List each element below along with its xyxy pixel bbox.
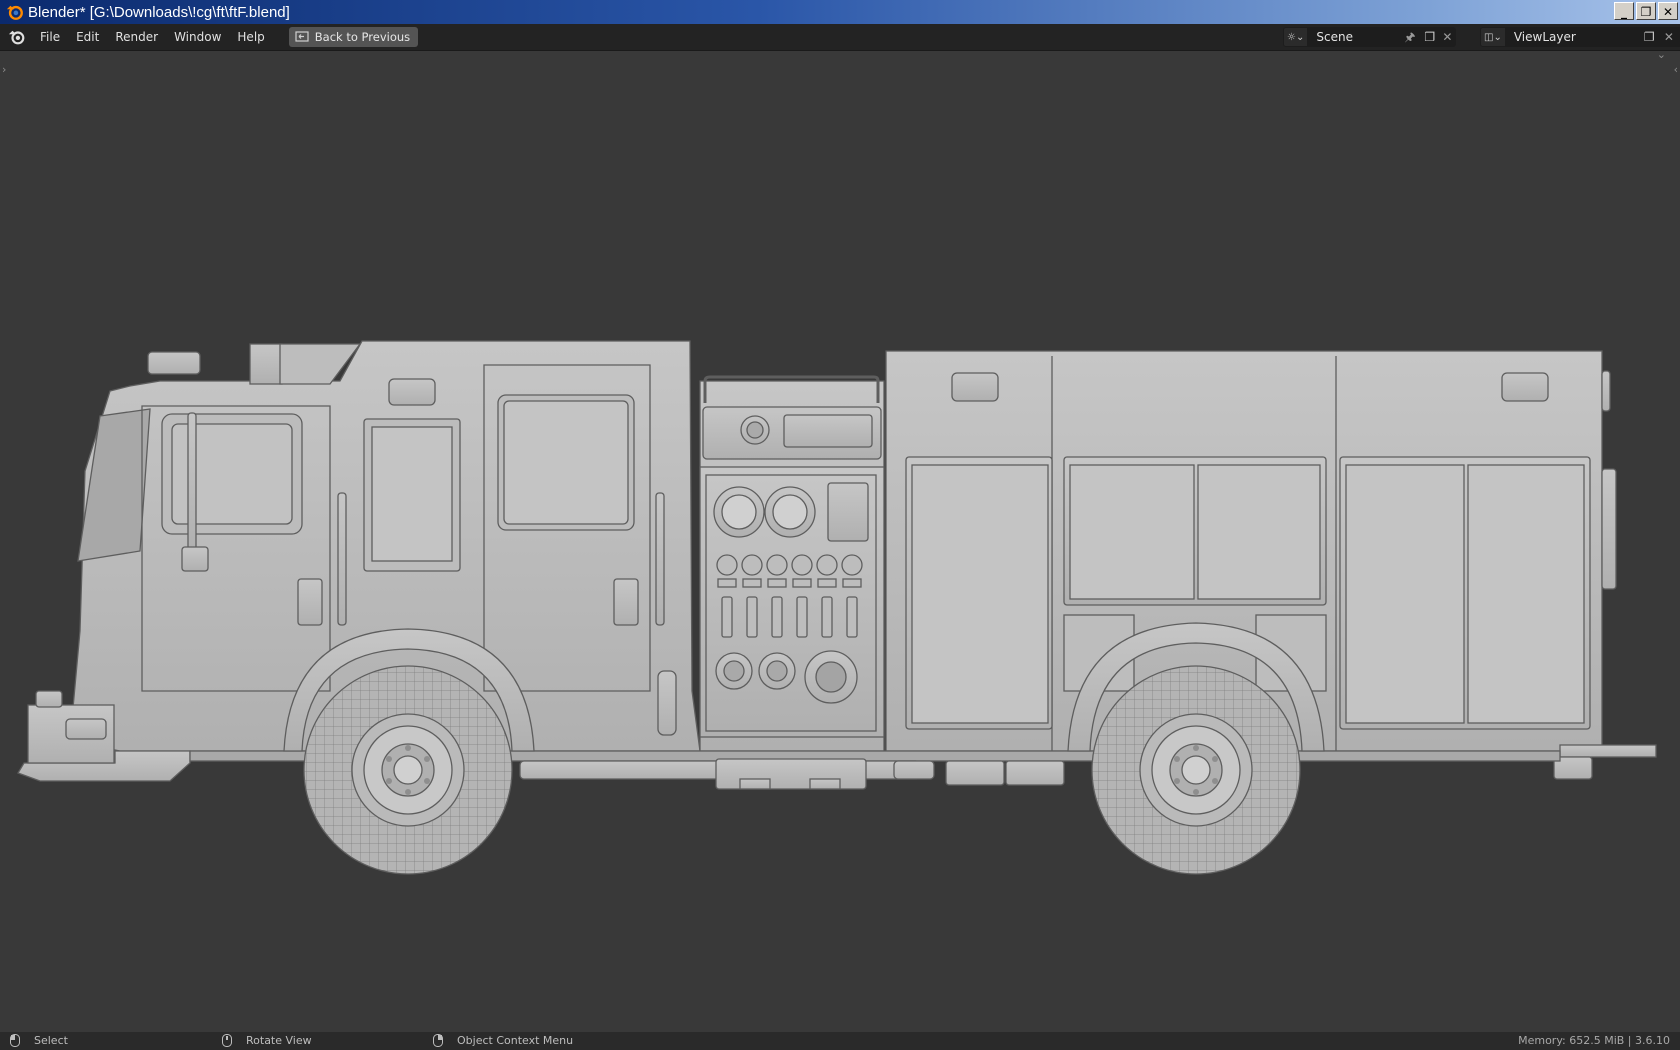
status-bar: Select Rotate View Object Context Menu M… <box>0 1032 1680 1050</box>
back-to-previous-label: Back to Previous <box>314 30 411 44</box>
scene-icon: ☼ <box>1287 31 1296 43</box>
minimize-icon[interactable]: _ <box>1614 2 1634 20</box>
main-menu: File Edit Render Window Help <box>32 24 273 50</box>
blender-menu-icon[interactable] <box>8 28 26 46</box>
hint-context-menu-label: Object Context Menu <box>457 1034 574 1047</box>
screen-back-icon <box>295 31 309 42</box>
restore-icon[interactable]: ❐ <box>1636 2 1656 20</box>
mouse-middle-icon <box>222 1034 232 1047</box>
close-icon[interactable]: ✕ <box>1442 27 1452 47</box>
view-layer-browse-button[interactable]: ◫ ⌄ <box>1480 27 1506 47</box>
new-layer-icon[interactable]: ❐ <box>1644 27 1655 47</box>
back-to-previous-button[interactable]: Back to Previous <box>288 27 419 47</box>
front-wheel <box>303 665 513 875</box>
scene-browse-button[interactable]: ☼ ⌄ <box>1283 27 1309 47</box>
window-controls: _ ❐ ✕ <box>1614 2 1678 20</box>
view-layer-selector: ◫ ⌄ ViewLayer ❐ ✕ <box>1480 27 1680 47</box>
close-icon[interactable]: ✕ <box>1664 27 1674 47</box>
hint-select: Select <box>10 1034 68 1047</box>
hint-context-menu: Object Context Menu <box>433 1034 573 1047</box>
menu-file[interactable]: File <box>32 24 68 50</box>
window-title-bar: Blender* [G:\Downloads\!cg\ft\ftF.blend]… <box>0 0 1680 24</box>
3d-viewport[interactable]: › ‹ ⌄ <box>0 48 1680 1032</box>
close-icon[interactable]: ✕ <box>1658 2 1678 20</box>
fire-truck-model[interactable] <box>0 51 1680 1032</box>
top-bar: File Edit Render Window Help Back to Pre… <box>0 24 1680 51</box>
memory-stats: Memory: 652.5 MiB | 3.6.10 <box>1518 1034 1670 1047</box>
scene-selector: ☼ ⌄ Scene 🖈 ❐ ✕ <box>1283 27 1457 47</box>
menu-help[interactable]: Help <box>229 24 272 50</box>
mouse-right-icon <box>433 1034 443 1047</box>
new-scene-icon[interactable]: ❐ <box>1424 27 1435 47</box>
mouse-left-icon <box>10 1034 20 1047</box>
rear-wheel <box>1091 665 1301 875</box>
chevron-down-icon: ⌄ <box>1295 31 1305 43</box>
pump-panel <box>699 375 885 752</box>
view-layer-icon: ◫ <box>1484 31 1494 43</box>
scene-name: Scene <box>1316 30 1353 44</box>
view-layer-name-field[interactable]: ViewLayer ❐ ✕ <box>1505 27 1680 47</box>
hint-select-label: Select <box>34 1034 68 1047</box>
hint-rotate-view-label: Rotate View <box>246 1034 312 1047</box>
view-layer-name: ViewLayer <box>1513 30 1576 44</box>
blender-logo-icon <box>6 5 23 20</box>
scene-name-field[interactable]: Scene 🖈 ❐ ✕ <box>1308 27 1457 47</box>
menu-render[interactable]: Render <box>107 24 166 50</box>
menu-edit[interactable]: Edit <box>68 24 107 50</box>
hint-rotate-view: Rotate View <box>222 1034 312 1047</box>
window-title: Blender* [G:\Downloads\!cg\ft\ftF.blend] <box>28 3 290 21</box>
menu-window[interactable]: Window <box>166 24 229 50</box>
pin-icon[interactable]: 🖈 <box>1404 27 1415 47</box>
chevron-down-icon: ⌄ <box>1493 31 1502 43</box>
